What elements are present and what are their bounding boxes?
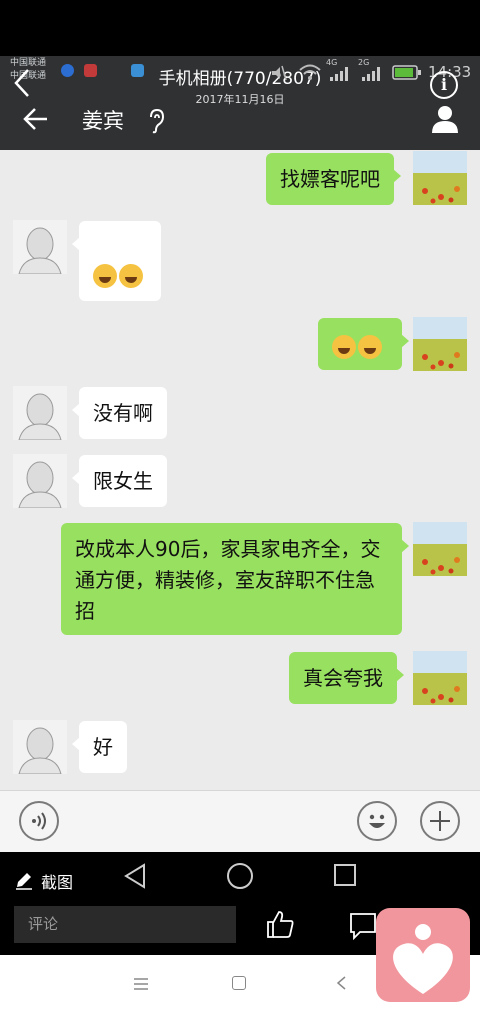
message-bubble-incoming[interactable]: 好 bbox=[72, 721, 127, 773]
signal-icon-2 bbox=[362, 66, 382, 81]
message-text: 改成本人90后，家具家电齐全，交通方便，精装修，室友辞职不住急招 bbox=[75, 537, 381, 623]
like-icon[interactable] bbox=[264, 908, 296, 940]
screen-top bbox=[0, 0, 480, 56]
message-text: 找嫖客呢吧 bbox=[280, 167, 380, 191]
earpiece-icon bbox=[146, 108, 168, 134]
screenshot-label[interactable]: 截图 bbox=[41, 869, 73, 893]
battery-icon bbox=[392, 65, 422, 80]
contact-avatar[interactable] bbox=[13, 386, 67, 440]
plus-button-icon[interactable] bbox=[420, 801, 460, 841]
signal-icon-1 bbox=[330, 66, 350, 81]
system-back-icon[interactable] bbox=[335, 975, 347, 991]
my-avatar[interactable] bbox=[413, 651, 467, 705]
info-icon[interactable]: i bbox=[430, 71, 458, 99]
mute-icon bbox=[270, 64, 288, 82]
comment-input[interactable]: 评论 bbox=[14, 906, 236, 943]
message-bubble-outgoing[interactable]: 真会夸我 bbox=[289, 652, 404, 704]
input-bar bbox=[0, 790, 480, 853]
message-bubble-incoming[interactable]: 限女生 bbox=[72, 455, 167, 507]
message-text: 真会夸我 bbox=[303, 666, 383, 690]
pencil-icon bbox=[14, 870, 34, 890]
gallery-date: 2017年11月16日 bbox=[195, 93, 285, 106]
profile-icon[interactable] bbox=[430, 104, 460, 134]
laughing-emoji-icon bbox=[119, 263, 143, 288]
laughing-emoji-icon bbox=[93, 263, 117, 288]
message-bubble-incoming[interactable]: 没有啊 bbox=[72, 387, 167, 439]
emoji-button-icon[interactable] bbox=[357, 801, 397, 841]
message-text: 限女生 bbox=[93, 469, 153, 493]
system-home-icon[interactable] bbox=[232, 976, 246, 990]
wifi-icon bbox=[298, 63, 322, 81]
laughing-emoji-icon bbox=[332, 334, 356, 359]
message-bubble-outgoing[interactable]: 找嫖客呢吧 bbox=[266, 153, 401, 205]
contact-avatar[interactable] bbox=[13, 220, 67, 274]
comment-icon[interactable] bbox=[348, 910, 376, 941]
menu-icon[interactable] bbox=[133, 976, 149, 990]
laughing-emoji-icon bbox=[358, 334, 382, 359]
my-avatar[interactable] bbox=[413, 151, 467, 205]
contact-avatar[interactable] bbox=[13, 454, 67, 508]
back-arrow-icon[interactable] bbox=[22, 106, 50, 132]
my-avatar[interactable] bbox=[413, 317, 467, 371]
nav-back-icon[interactable] bbox=[122, 862, 148, 890]
favorite-heart-badge[interactable] bbox=[376, 908, 470, 1002]
message-bubble-outgoing[interactable]: 改成本人90后，家具家电齐全，交通方便，精装修，室友辞职不住急招 bbox=[61, 523, 409, 635]
contact-name: 姜宾 bbox=[82, 109, 124, 133]
message-text: 没有啊 bbox=[93, 401, 153, 425]
contact-avatar[interactable] bbox=[13, 720, 67, 774]
my-avatar[interactable] bbox=[413, 522, 467, 576]
message-bubble-incoming[interactable] bbox=[72, 221, 161, 301]
nav-recents-icon[interactable] bbox=[334, 864, 356, 886]
message-bubble-outgoing[interactable] bbox=[318, 318, 409, 370]
voice-input-icon[interactable] bbox=[19, 801, 59, 841]
heart-icon bbox=[393, 924, 453, 994]
chat-area: 找嫖客呢吧 没有啊 限女生 改成本人90后，家具家电齐全，交通方便，精装修，室友… bbox=[0, 150, 480, 790]
message-text: 好 bbox=[93, 735, 113, 759]
nav-home-icon[interactable] bbox=[227, 863, 253, 889]
